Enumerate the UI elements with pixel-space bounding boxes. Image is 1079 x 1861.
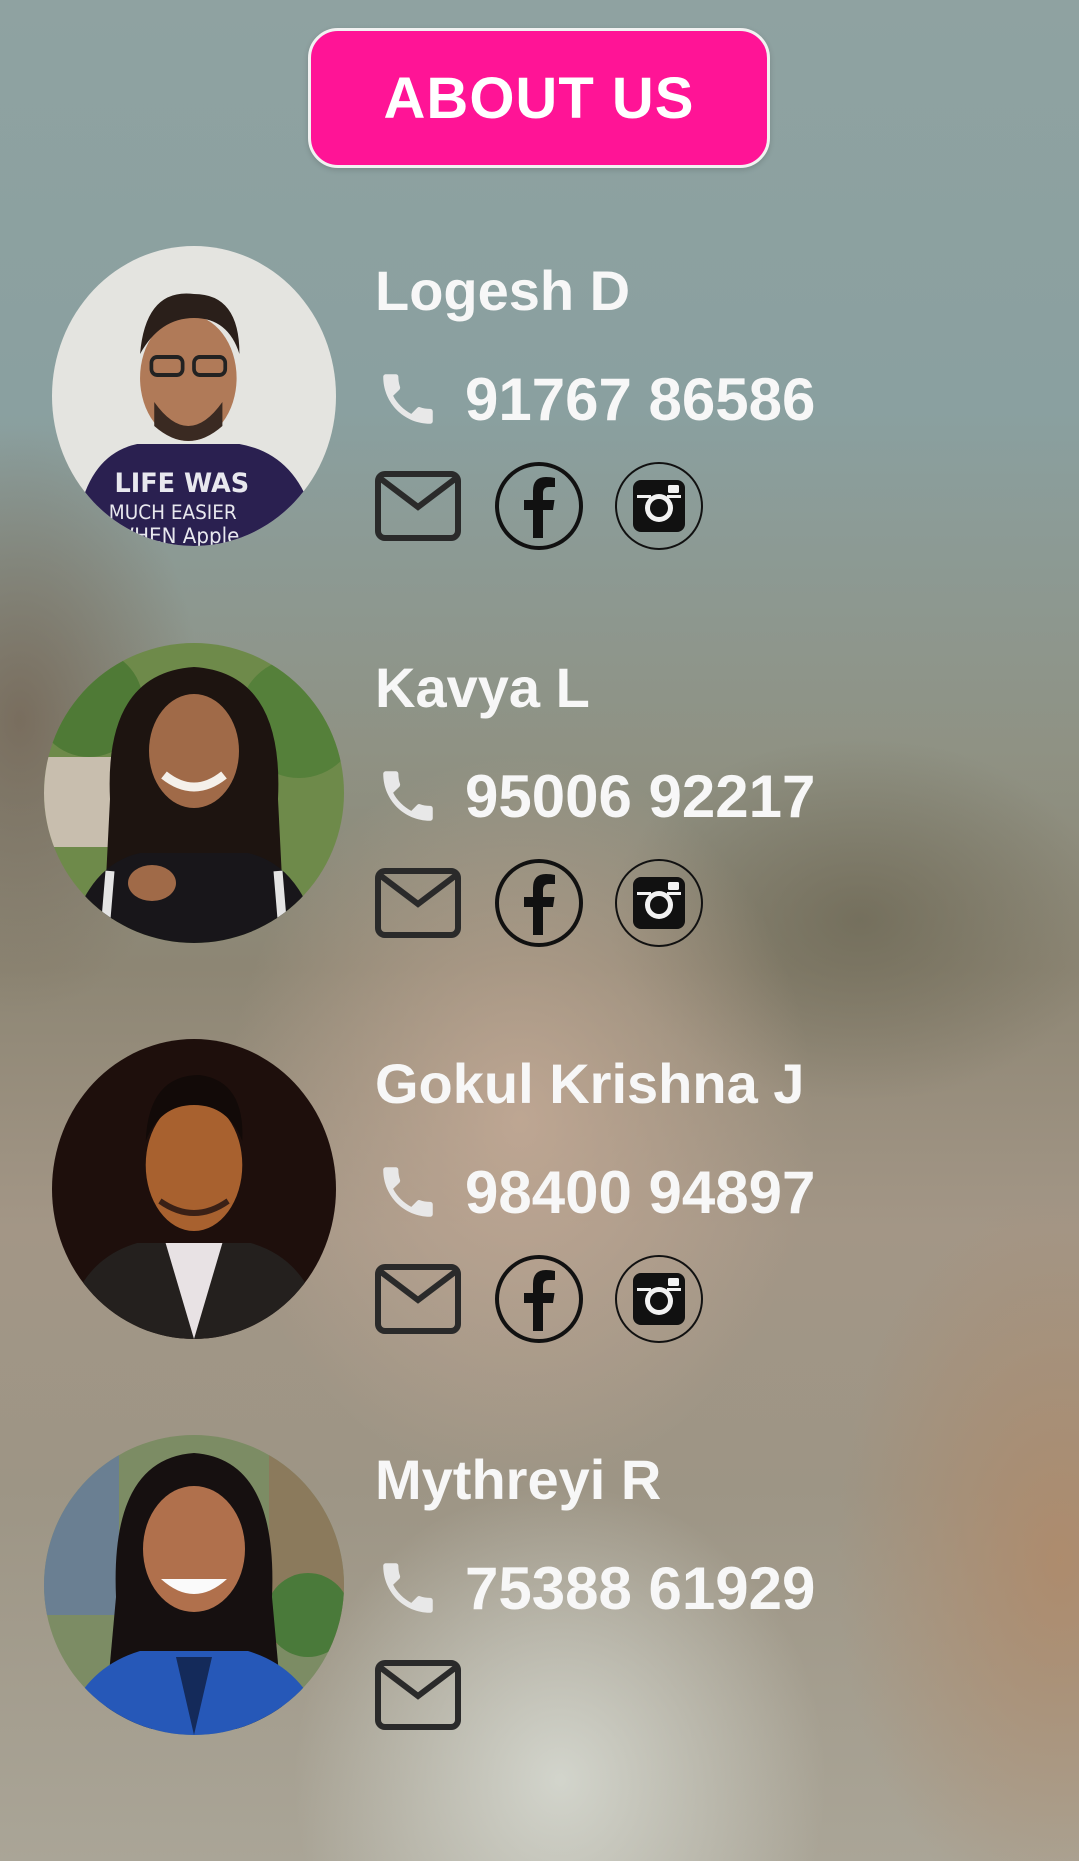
social-links	[375, 857, 705, 949]
phone-number[interactable]: 91767 86586	[465, 365, 815, 434]
member-name: Gokul Krishna J	[375, 1052, 805, 1115]
mail-icon[interactable]	[375, 1660, 461, 1730]
mail-icon[interactable]	[375, 471, 461, 541]
phone-icon	[383, 1563, 433, 1613]
instagram-icon[interactable]	[613, 460, 705, 552]
mail-icon[interactable]	[375, 1264, 461, 1334]
social-links	[375, 1649, 493, 1741]
svg-text:MUCH EASIER: MUCH EASIER	[109, 502, 237, 525]
avatar-gokul	[52, 1039, 336, 1339]
avatar-mythreyi	[44, 1435, 344, 1735]
phone-row[interactable]: 98400 94897	[375, 1157, 815, 1227]
about-us-button[interactable]: ABOUT US	[308, 28, 770, 168]
social-links	[375, 460, 705, 552]
phone-icon	[383, 771, 433, 821]
instagram-icon[interactable]	[613, 1253, 705, 1345]
member-card-kavya: Kavya L 95006 92217	[0, 643, 1079, 973]
avatar-kavya	[44, 643, 344, 943]
phone-number[interactable]: 98400 94897	[465, 1158, 815, 1227]
phone-row[interactable]: 75388 61929	[375, 1553, 815, 1623]
facebook-icon[interactable]	[493, 1253, 585, 1345]
phone-icon	[383, 1167, 433, 1217]
facebook-icon[interactable]	[493, 460, 585, 552]
member-card-logesh: LIFE WAS MUCH EASIER WHEN Apple Logesh D…	[0, 246, 1079, 576]
avatar-logesh: LIFE WAS MUCH EASIER WHEN Apple	[52, 246, 336, 546]
member-name: Logesh D	[375, 259, 631, 322]
phone-number[interactable]: 95006 92217	[465, 762, 815, 831]
phone-row[interactable]: 91767 86586	[375, 364, 815, 434]
social-links	[375, 1253, 705, 1345]
member-card-gokul: Gokul Krishna J 98400 94897	[0, 1039, 1079, 1369]
member-card-mythreyi: Mythreyi R 75388 61929	[0, 1435, 1079, 1765]
member-name: Mythreyi R	[375, 1448, 662, 1511]
member-name: Kavya L	[375, 656, 590, 719]
svg-text:LIFE WAS: LIFE WAS	[114, 468, 249, 499]
instagram-icon[interactable]	[613, 857, 705, 949]
mail-icon[interactable]	[375, 868, 461, 938]
phone-icon	[383, 374, 433, 424]
facebook-icon[interactable]	[493, 857, 585, 949]
phone-row[interactable]: 95006 92217	[375, 761, 815, 831]
svg-text:WHEN Apple: WHEN Apple	[114, 523, 239, 546]
phone-number[interactable]: 75388 61929	[465, 1554, 815, 1623]
